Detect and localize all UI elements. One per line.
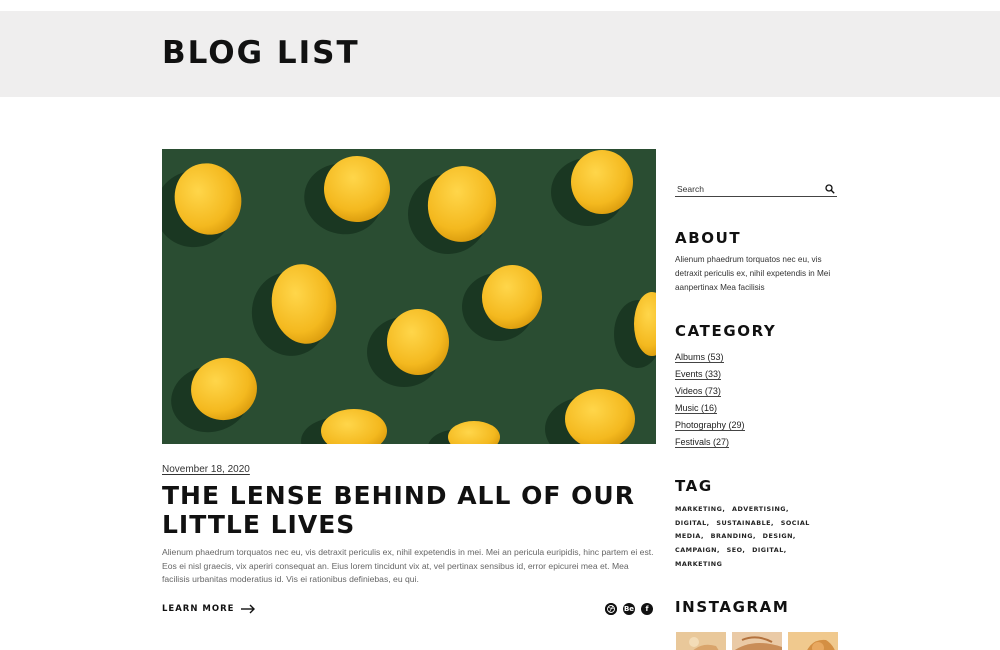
category-item-photography[interactable]: Photography (29) — [675, 417, 745, 434]
search-icon[interactable] — [825, 183, 835, 194]
instagram-photo-3[interactable] — [788, 632, 838, 650]
facebook-icon[interactable]: f — [641, 603, 653, 615]
search-box — [675, 181, 837, 197]
about-heading: ABOUT — [675, 229, 742, 247]
category-item-music[interactable]: Music (16) — [675, 400, 745, 417]
tag-link[interactable]: BRANDING, — [711, 532, 756, 540]
lemons-photo-icon — [162, 149, 656, 444]
search-input[interactable] — [675, 183, 805, 194]
category-item-events[interactable]: Events (33) — [675, 366, 745, 383]
category-list: Albums (53) Events (33) Videos (73) Musi… — [675, 349, 745, 451]
tag-link[interactable]: MARKETING, — [675, 505, 725, 513]
post-date[interactable]: November 18, 2020 — [162, 464, 250, 475]
tag-link[interactable]: DIGITAL, — [675, 519, 710, 527]
page-title: BLOG LIST — [162, 35, 360, 71]
top-strip — [0, 0, 1000, 11]
featured-image[interactable] — [162, 149, 656, 444]
post-title[interactable]: THE LENSE BEHIND ALL OF OUR LITTLE LIVES — [162, 481, 642, 539]
post-excerpt: Alienum phaedrum torquatos nec eu, vis d… — [162, 547, 654, 584]
tag-link[interactable]: SUSTAINABLE, — [716, 519, 774, 527]
instagram-photo-2[interactable] — [732, 632, 782, 650]
category-item-videos[interactable]: Videos (73) — [675, 383, 745, 400]
tag-heading: TAG — [675, 477, 713, 495]
page-header: BLOG LIST — [0, 11, 1000, 97]
instagram-feed — [676, 632, 838, 650]
learn-more-link[interactable]: LEARN MORE — [162, 604, 256, 614]
instagram-photo-1[interactable] — [676, 632, 726, 650]
behance-icon[interactable]: Be — [623, 603, 635, 615]
tag-link[interactable]: MARKETING — [675, 560, 722, 568]
category-heading: CATEGORY — [675, 322, 777, 340]
instagram-heading: INSTAGRAM — [675, 598, 790, 616]
social-share-icons: Be f — [605, 603, 653, 615]
tag-link[interactable]: DIGITAL, — [752, 546, 787, 554]
tag-link[interactable]: DESIGN, — [763, 532, 796, 540]
tag-cloud: MARKETING, ADVERTISING, DIGITAL, SUSTAIN… — [675, 503, 815, 572]
tag-link[interactable]: CAMPAIGN, — [675, 546, 720, 554]
category-item-festivals[interactable]: Festivals (27) — [675, 434, 745, 451]
arrow-right-icon — [241, 604, 256, 614]
tag-link[interactable]: SEO, — [727, 546, 746, 554]
about-text: Alienum phaedrum torquatos nec eu, vis d… — [675, 255, 831, 292]
tag-link[interactable]: ADVERTISING, — [732, 505, 789, 513]
category-item-albums[interactable]: Albums (53) — [675, 349, 745, 366]
dribbble-icon[interactable] — [605, 603, 617, 615]
learn-more-label: LEARN MORE — [162, 604, 235, 614]
